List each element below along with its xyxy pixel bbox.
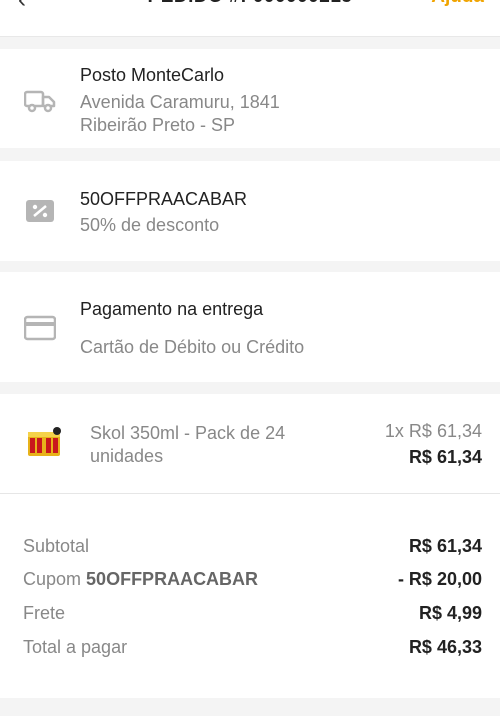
credit-card-icon: [24, 315, 56, 341]
beer-pack-image: [28, 427, 61, 456]
coupon-row-label: Cupom 50OFFPRAACABAR: [23, 569, 258, 590]
shipping-row: Frete R$ 4,99: [23, 603, 482, 627]
coupon-row: Cupom 50OFFPRAACABAR - R$ 20,00: [23, 569, 482, 593]
truck-icon: [24, 90, 56, 113]
coupon-description: 50% de desconto: [80, 215, 220, 235]
item-total: R$ 61,34: [408, 447, 482, 467]
shipping-label: Frete: [23, 603, 66, 623]
total-row: Total a pagar R$ 46,33: [23, 637, 482, 661]
payment-card: Pagamento na entrega Cartão de Débito ou…: [0, 272, 500, 382]
store-address-line1: Avenida Caramuru, 1841: [80, 92, 280, 112]
subtotal-value: R$ 61,34: [408, 536, 482, 556]
help-link[interactable]: Ajuda: [431, 0, 484, 8]
shipping-value: R$ 4,99: [418, 603, 482, 623]
store-card: Posto MonteCarlo Avenida Caramuru, 1841 …: [0, 49, 500, 148]
subtotal-label: Subtotal: [23, 536, 90, 556]
coupon-row-code: 50OFFPRAACABAR: [86, 569, 259, 589]
coupon-discount-value: - R$ 20,00: [397, 569, 482, 589]
total-value: R$ 46,33: [408, 637, 482, 657]
store-address-line2: Ribeirão Preto - SP: [80, 115, 236, 135]
header-bar: ‹ PEDIDO #: 000000215 Ajuda: [0, 0, 500, 37]
discount-ticket-icon: [26, 200, 54, 222]
order-summary: Subtotal R$ 61,34 Cupom 50OFFPRAACABAR -…: [0, 494, 500, 698]
store-name: Posto MonteCarlo: [80, 65, 225, 85]
order-item: Skol 350ml - Pack de 24 unidades 1x R$ 6…: [0, 394, 500, 494]
total-label: Total a pagar: [23, 637, 128, 657]
item-name: Skol 350ml - Pack de 24 unidades: [90, 423, 286, 466]
coupon-label: Cupom: [23, 569, 82, 589]
payment-title: Pagamento na entrega: [80, 299, 264, 319]
subtotal-row: Subtotal R$ 61,34: [23, 536, 482, 560]
order-title: PEDIDO #: 000000215: [0, 0, 500, 8]
coupon-code: 50OFFPRAACABAR: [80, 189, 248, 209]
coupon-card: 50OFFPRAACABAR 50% de desconto: [0, 161, 500, 261]
payment-method: Cartão de Débito ou Crédito: [80, 337, 305, 357]
item-quantity-price: 1x R$ 61,34: [384, 421, 482, 441]
